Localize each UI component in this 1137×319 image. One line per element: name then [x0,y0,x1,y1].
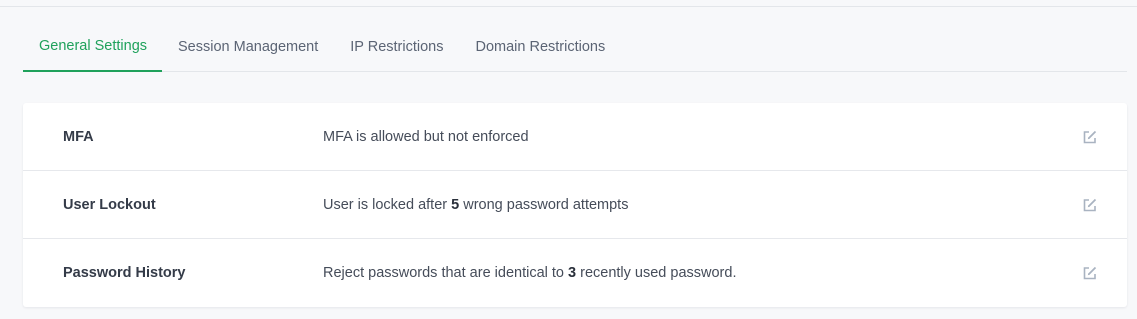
general-settings-card: MFA MFA is allowed but not enforced User… [23,103,1127,307]
description-text: Reject passwords that are identical to [323,265,569,281]
description-text: MFA is allowed but not enforced [323,129,529,145]
tab-session-management[interactable]: Session Management [178,26,318,72]
edit-icon [1083,198,1097,212]
edit-password-history-button[interactable] [1083,266,1097,280]
setting-description: User is locked after 5 wrong password at… [323,171,628,239]
settings-row-password-history: Password History Reject passwords that a… [23,239,1127,307]
settings-tabs: General Settings Session Management IP R… [23,26,1127,72]
edit-icon [1083,130,1097,144]
settings-row-user-lockout: User Lockout User is locked after 5 wron… [23,171,1127,239]
description-value: 5 [451,197,460,213]
description-text-end: wrong password attempts [459,197,629,213]
tab-ip-restrictions[interactable]: IP Restrictions [350,26,443,72]
description-value: 3 [568,265,577,281]
settings-row-mfa: MFA MFA is allowed but not enforced [23,103,1127,171]
edit-user-lockout-button[interactable] [1083,198,1097,212]
edit-icon [1083,266,1097,280]
setting-label: MFA [63,129,94,145]
description-text-end: recently used password. [576,265,737,281]
setting-label: User Lockout [63,197,156,213]
edit-mfa-button[interactable] [1083,130,1097,144]
tab-domain-restrictions[interactable]: Domain Restrictions [475,26,605,72]
description-text: User is locked after [323,197,452,213]
setting-label: Password History [63,265,186,281]
setting-description: MFA is allowed but not enforced [323,103,529,171]
setting-description: Reject passwords that are identical to 3… [323,239,736,307]
top-divider [0,6,1137,7]
tab-general-settings[interactable]: General Settings [23,26,163,72]
